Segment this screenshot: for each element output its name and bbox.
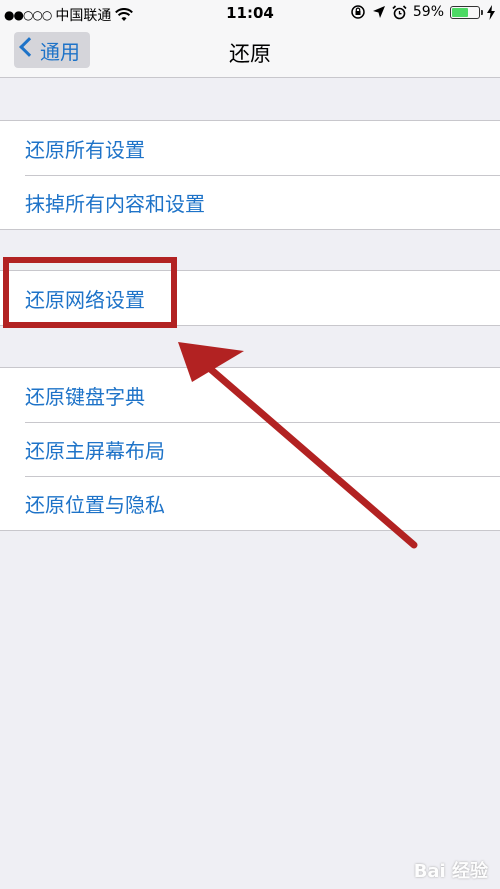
reset-home-screen-layout-row[interactable]: 还原主屏幕布局: [0, 422, 500, 476]
status-bar: ●●○○○ 中国联通 11:04 59%: [0, 0, 500, 28]
reset-home-screen-layout-label: 还原主屏幕布局: [25, 438, 165, 463]
reset-location-privacy-label: 还原位置与隐私: [25, 492, 165, 517]
reset-keyboard-dictionary-row[interactable]: 还原键盘字典: [0, 368, 500, 422]
rotation-lock-icon: [351, 5, 365, 19]
reset-all-settings-row[interactable]: 还原所有设置: [0, 121, 500, 175]
battery-percent: 59%: [412, 4, 444, 20]
settings-group-3: 还原键盘字典 还原主屏幕布局 还原位置与隐私: [0, 367, 500, 531]
navigation-bar: 通用 还原: [0, 28, 500, 78]
erase-all-content-row[interactable]: 抹掉所有内容和设置: [0, 175, 500, 229]
reset-location-privacy-row[interactable]: 还原位置与隐私: [0, 476, 500, 530]
reset-keyboard-dictionary-label: 还原键盘字典: [25, 384, 145, 409]
erase-all-content-label: 抹掉所有内容和设置: [25, 191, 205, 216]
charging-icon: [487, 4, 495, 20]
reset-all-settings-label: 还原所有设置: [25, 137, 145, 162]
annotation-highlight-box: [3, 257, 177, 328]
location-icon: [372, 6, 385, 18]
alarm-icon: [392, 4, 407, 19]
settings-group-1: 还原所有设置 抹掉所有内容和设置: [0, 120, 500, 230]
baidu-watermark: Bai 经验: [413, 861, 488, 882]
page-title: 还原: [229, 42, 271, 66]
status-right: 59%: [350, 4, 496, 20]
battery-icon: [450, 5, 483, 19]
